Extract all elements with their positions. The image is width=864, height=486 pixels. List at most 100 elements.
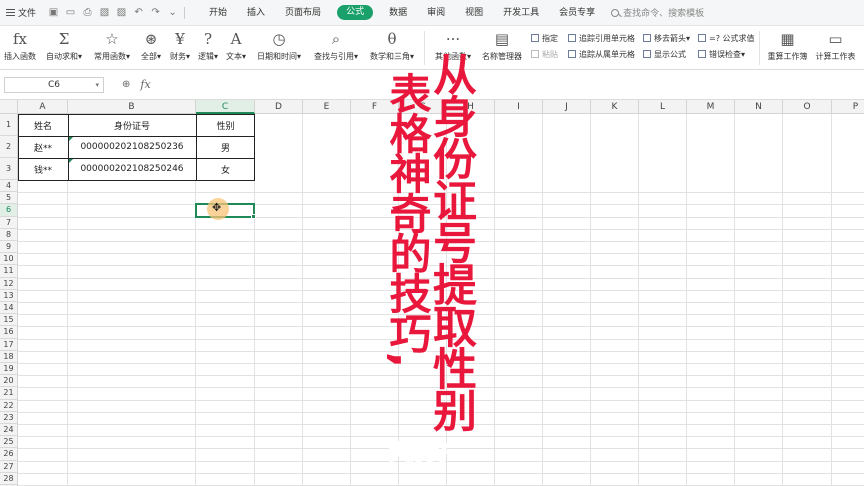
row-header-12[interactable]: 12 <box>0 277 18 290</box>
preview-icon[interactable]: ▧ <box>99 7 110 18</box>
row-header-25[interactable]: 25 <box>0 436 18 449</box>
fill-handle[interactable] <box>251 213 256 219</box>
column-header-I[interactable]: I <box>495 100 543 114</box>
row-header-17[interactable]: 17 <box>0 338 18 351</box>
row-header-3[interactable]: 3 <box>0 158 18 180</box>
table-cell[interactable]: 女 <box>196 158 255 180</box>
row-header-5[interactable]: 5 <box>0 192 18 205</box>
table-header-cell[interactable]: 性别 <box>196 114 255 136</box>
row-header-18[interactable]: 18 <box>0 350 18 363</box>
table-cell[interactable]: 000000202108250236 <box>68 136 196 158</box>
row-header-14[interactable]: 14 <box>0 302 18 315</box>
row-header-7[interactable]: 7 <box>0 216 18 229</box>
row-header-21[interactable]: 21 <box>0 387 18 400</box>
row-header-8[interactable]: 8 <box>0 228 18 241</box>
ribbon-item-icon <box>568 34 576 42</box>
row-header-24[interactable]: 24 <box>0 424 18 437</box>
tab-5[interactable]: 审阅 <box>417 0 455 26</box>
tab-2[interactable]: 页面布局 <box>275 0 331 26</box>
row-header-27[interactable]: 27 <box>0 460 18 473</box>
table-cell[interactable]: 000000202108250246 <box>68 158 196 180</box>
format-painter-icon[interactable]: ▨ <box>116 7 127 18</box>
column-header-N[interactable]: N <box>735 100 783 114</box>
ribbon-button-9[interactable]: θ 数学和三角▾ <box>364 26 420 70</box>
select-all-corner[interactable] <box>0 100 18 114</box>
row-header-2[interactable]: 2 <box>0 136 18 158</box>
column-header-L[interactable]: L <box>639 100 687 114</box>
ribbon-right-button-0[interactable]: ▦ 重算工作簿 <box>764 26 812 70</box>
zoom-icon[interactable]: ⊕ <box>122 79 130 90</box>
print-icon[interactable]: ⎙ <box>82 7 93 18</box>
column-header-C[interactable]: C <box>196 100 255 114</box>
row-header-4[interactable]: 4 <box>0 180 18 193</box>
ribbon-item[interactable]: 粘贴 <box>531 48 558 60</box>
tab-0[interactable]: 开始 <box>199 0 237 26</box>
column-header-B[interactable]: B <box>68 100 196 114</box>
ribbon-right-button-1[interactable]: ▭ 计算工作表 <box>812 26 860 70</box>
tab-7[interactable]: 开发工具 <box>493 0 549 26</box>
column-header-K[interactable]: K <box>591 100 639 114</box>
ribbon-button-11[interactable]: ▤ 名称管理器 <box>477 26 527 70</box>
ribbon-item[interactable]: 错误检查▾ <box>698 48 755 60</box>
row-header-1[interactable]: 1 <box>0 114 18 136</box>
file-menu[interactable]: 文件 <box>0 0 42 26</box>
more-icon[interactable]: ⌄ <box>167 7 178 18</box>
column-header-D[interactable]: D <box>255 100 303 114</box>
ribbon-button-4[interactable]: ¥ 财务▾ <box>166 26 194 70</box>
row-header-19[interactable]: 19 <box>0 363 18 376</box>
table-cell[interactable]: 钱** <box>18 158 68 180</box>
ribbon-button-0[interactable]: fx 插入函数 <box>0 26 40 70</box>
fx-icon[interactable]: fx <box>140 78 150 91</box>
column-header-P[interactable]: P <box>832 100 864 114</box>
redo-icon[interactable]: ↷ <box>150 7 161 18</box>
tab-3[interactable]: 公式 <box>337 5 374 20</box>
table-cell[interactable]: 赵** <box>18 136 68 158</box>
column-header-E[interactable]: E <box>303 100 351 114</box>
row-header-28[interactable]: 28 <box>0 472 18 485</box>
ribbon-item-icon <box>643 34 651 42</box>
ribbon-icon-4: ¥ <box>175 30 185 48</box>
ribbon-button-2[interactable]: ☆ 常用函数▾ <box>88 26 136 70</box>
command-search[interactable]: 查找命令、搜索模板 <box>611 6 704 19</box>
tab-1[interactable]: 插入 <box>237 0 275 26</box>
row-header-26[interactable]: 26 <box>0 448 18 461</box>
row-header-11[interactable]: 11 <box>0 265 18 278</box>
name-box[interactable]: C6 ▾ <box>4 76 104 93</box>
row-header-15[interactable]: 15 <box>0 314 18 327</box>
ribbon-item[interactable]: 追踪从属单元格 <box>568 48 635 60</box>
ribbon-button-5[interactable]: ? 逻辑▾ <box>194 26 222 70</box>
row-header-9[interactable]: 9 <box>0 241 18 254</box>
ribbon-button-6[interactable]: A 文本▾ <box>222 26 250 70</box>
column-header-J[interactable]: J <box>543 100 591 114</box>
save-icon[interactable]: ▣ <box>48 7 59 18</box>
ribbon-button-3[interactable]: ⊛ 全部▾ <box>136 26 166 70</box>
column-header-A[interactable]: A <box>18 100 68 114</box>
row-header-20[interactable]: 20 <box>0 375 18 388</box>
undo-icon[interactable]: ↶ <box>133 7 144 18</box>
ribbon-button-7[interactable]: ◷ 日期和时间▾ <box>250 26 308 70</box>
row-header-16[interactable]: 16 <box>0 326 18 339</box>
ribbon-item[interactable]: =? 公式求值 <box>698 32 755 44</box>
ribbon-button-8[interactable]: ⌕ 查找与引用▾ <box>308 26 364 70</box>
tab-8[interactable]: 会员专享 <box>549 0 605 26</box>
ribbon-item[interactable]: 指定 <box>531 32 558 44</box>
column-header-O[interactable]: O <box>783 100 832 114</box>
tab-6[interactable]: 视图 <box>455 0 493 26</box>
ribbon-item[interactable]: 追踪引用单元格 <box>568 32 635 44</box>
tab-4[interactable]: 数据 <box>379 0 417 26</box>
row-header-6[interactable]: 6 <box>0 204 18 217</box>
chevron-down-icon[interactable]: ▾ <box>95 81 99 89</box>
table-header-cell[interactable]: 姓名 <box>18 114 68 136</box>
table-header-cell[interactable]: 身份证号 <box>68 114 196 136</box>
row-header-23[interactable]: 23 <box>0 411 18 424</box>
table-cell[interactable]: 男 <box>196 136 255 158</box>
row-header-22[interactable]: 22 <box>0 399 18 412</box>
row-header-10[interactable]: 10 <box>0 253 18 266</box>
row-header-13[interactable]: 13 <box>0 289 18 302</box>
ribbon-item[interactable]: 显示公式 <box>643 48 690 60</box>
ribbon-button-1[interactable]: Σ 自动求和▾ <box>40 26 88 70</box>
formula-input[interactable] <box>161 77 864 93</box>
column-header-M[interactable]: M <box>687 100 735 114</box>
ribbon-item[interactable]: 移去箭头▾ <box>643 32 690 44</box>
open-icon[interactable]: ▭ <box>65 7 76 18</box>
